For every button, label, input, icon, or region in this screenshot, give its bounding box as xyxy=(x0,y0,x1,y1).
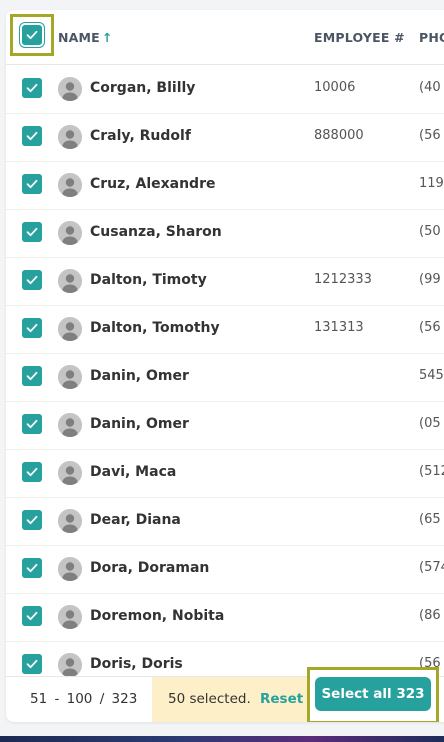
row-checkbox[interactable] xyxy=(22,510,42,530)
table-row[interactable]: Dalton, Tomothy 131313 (56 xyxy=(6,305,444,354)
check-icon xyxy=(26,227,38,237)
check-icon xyxy=(26,419,38,429)
table-footer: 51 - 100 / 323 50 selected. Reset Select… xyxy=(6,667,444,722)
employee-phone: (86 xyxy=(419,608,441,623)
employee-name[interactable]: Craly, Rudolf xyxy=(90,128,191,144)
row-checkbox[interactable] xyxy=(22,606,42,626)
user-avatar-icon xyxy=(58,221,82,245)
employee-name[interactable]: Dalton, Tomothy xyxy=(90,320,220,336)
employee-phone: (56 xyxy=(419,320,441,335)
employee-name[interactable]: Corgan, Blilly xyxy=(90,80,195,96)
employee-name[interactable]: Dora, Doraman xyxy=(90,560,209,576)
check-icon xyxy=(26,179,38,189)
user-avatar-icon xyxy=(58,173,82,197)
check-icon xyxy=(26,515,38,525)
user-avatar-icon xyxy=(58,605,82,629)
column-header-name-label: NAME xyxy=(58,30,100,45)
select-all-button[interactable]: Select all 323 xyxy=(315,677,431,711)
table-row[interactable]: Davi, Maca (512 xyxy=(6,449,444,498)
table-row[interactable]: Doremon, Nobita (86 xyxy=(6,593,444,642)
table-row[interactable]: Corgan, Blilly 10006 (40 xyxy=(6,65,444,114)
user-avatar-icon xyxy=(58,557,82,581)
column-header-employee[interactable]: EMPLOYEE # xyxy=(314,30,405,45)
employee-number: 131313 xyxy=(314,320,364,335)
employee-phone: 1191 xyxy=(419,176,444,191)
row-checkbox[interactable] xyxy=(22,126,42,146)
column-header-name[interactable]: NAME ↑ xyxy=(58,30,113,45)
select-all-button-highlight: Select all 323 xyxy=(307,667,439,722)
table-row[interactable]: Dear, Diana (65 xyxy=(6,497,444,546)
selection-bar: 50 selected. Reset xyxy=(152,677,316,722)
employee-name[interactable]: Danin, Omer xyxy=(90,368,189,384)
employee-phone: (574 xyxy=(419,560,444,575)
pagination-range: 51 - 100 / 323 xyxy=(30,691,138,707)
employee-name[interactable]: Dalton, Timoty xyxy=(90,272,207,288)
check-icon xyxy=(26,467,38,477)
table-row[interactable]: Dora, Doraman (574 xyxy=(6,545,444,594)
check-icon xyxy=(26,371,38,381)
employee-name[interactable]: Cruz, Alexandre xyxy=(90,176,215,192)
row-checkbox[interactable] xyxy=(22,78,42,98)
check-icon xyxy=(26,659,38,669)
user-avatar-icon xyxy=(58,125,82,149)
row-checkbox[interactable] xyxy=(22,462,42,482)
user-avatar-icon xyxy=(58,365,82,389)
user-avatar-icon xyxy=(58,653,82,677)
selected-count: 50 selected. xyxy=(168,691,251,707)
user-avatar-icon xyxy=(58,461,82,485)
check-icon xyxy=(26,83,38,93)
employee-name[interactable]: Cusanza, Sharon xyxy=(90,224,222,240)
employee-name[interactable]: Doris, Doris xyxy=(90,656,183,672)
reset-selection-link[interactable]: Reset xyxy=(260,691,303,707)
row-checkbox[interactable] xyxy=(22,558,42,578)
employee-number: 1212333 xyxy=(314,272,372,287)
row-checkbox[interactable] xyxy=(22,222,42,242)
employee-number: 888000 xyxy=(314,128,364,143)
sort-ascending-icon: ↑ xyxy=(101,30,113,45)
row-checkbox[interactable] xyxy=(22,414,42,434)
check-icon xyxy=(26,611,38,621)
user-avatar-icon xyxy=(58,509,82,533)
check-icon xyxy=(26,131,38,141)
desktop-background-strip xyxy=(0,736,444,742)
check-icon xyxy=(26,323,38,333)
employee-phone: (05 xyxy=(419,416,441,431)
employee-phone: (40 xyxy=(419,80,441,95)
table-row[interactable]: Danin, Omer 545 xyxy=(6,353,444,402)
employee-name[interactable]: Davi, Maca xyxy=(90,464,176,480)
table-row[interactable]: Cusanza, Sharon (50 xyxy=(6,209,444,258)
check-icon xyxy=(26,275,38,285)
user-avatar-icon xyxy=(58,269,82,293)
employee-name[interactable]: Doremon, Nobita xyxy=(90,608,224,624)
employee-number: 10006 xyxy=(314,80,356,95)
user-avatar-icon xyxy=(58,413,82,437)
user-avatar-icon xyxy=(58,77,82,101)
employee-phone: (99 xyxy=(419,272,441,287)
row-checkbox[interactable] xyxy=(22,654,42,674)
table-header: NAME↑ EMPLOYEE # PHO xyxy=(6,10,444,65)
employee-phone: (512 xyxy=(419,464,444,479)
table-row[interactable]: Cruz, Alexandre 1191 xyxy=(6,161,444,210)
select-all-checkbox[interactable] xyxy=(22,25,42,45)
employee-phone: 545 xyxy=(419,368,444,383)
employee-name[interactable]: Danin, Omer xyxy=(90,416,189,432)
check-icon xyxy=(26,563,38,573)
table-row[interactable]: Dalton, Timoty 1212333 (99 xyxy=(6,257,444,306)
user-avatar-icon xyxy=(58,317,82,341)
row-checkbox[interactable] xyxy=(22,366,42,386)
employee-phone: (65 xyxy=(419,512,441,527)
select-all-checkbox-highlight xyxy=(10,14,54,56)
table-row[interactable]: Danin, Omer (05 xyxy=(6,401,444,450)
row-checkbox[interactable] xyxy=(22,270,42,290)
employee-phone: (50 xyxy=(419,224,441,239)
column-header-phone[interactable]: PHO xyxy=(419,30,444,45)
employee-phone: (56 xyxy=(419,128,441,143)
employee-table-card: NAME↑ EMPLOYEE # PHO Corgan, Blilly 10006… xyxy=(6,10,444,722)
employee-name[interactable]: Dear, Diana xyxy=(90,512,181,528)
row-checkbox[interactable] xyxy=(22,174,42,194)
table-row[interactable]: Craly, Rudolf 888000 (56 xyxy=(6,113,444,162)
row-checkbox[interactable] xyxy=(22,318,42,338)
check-icon xyxy=(26,30,38,40)
